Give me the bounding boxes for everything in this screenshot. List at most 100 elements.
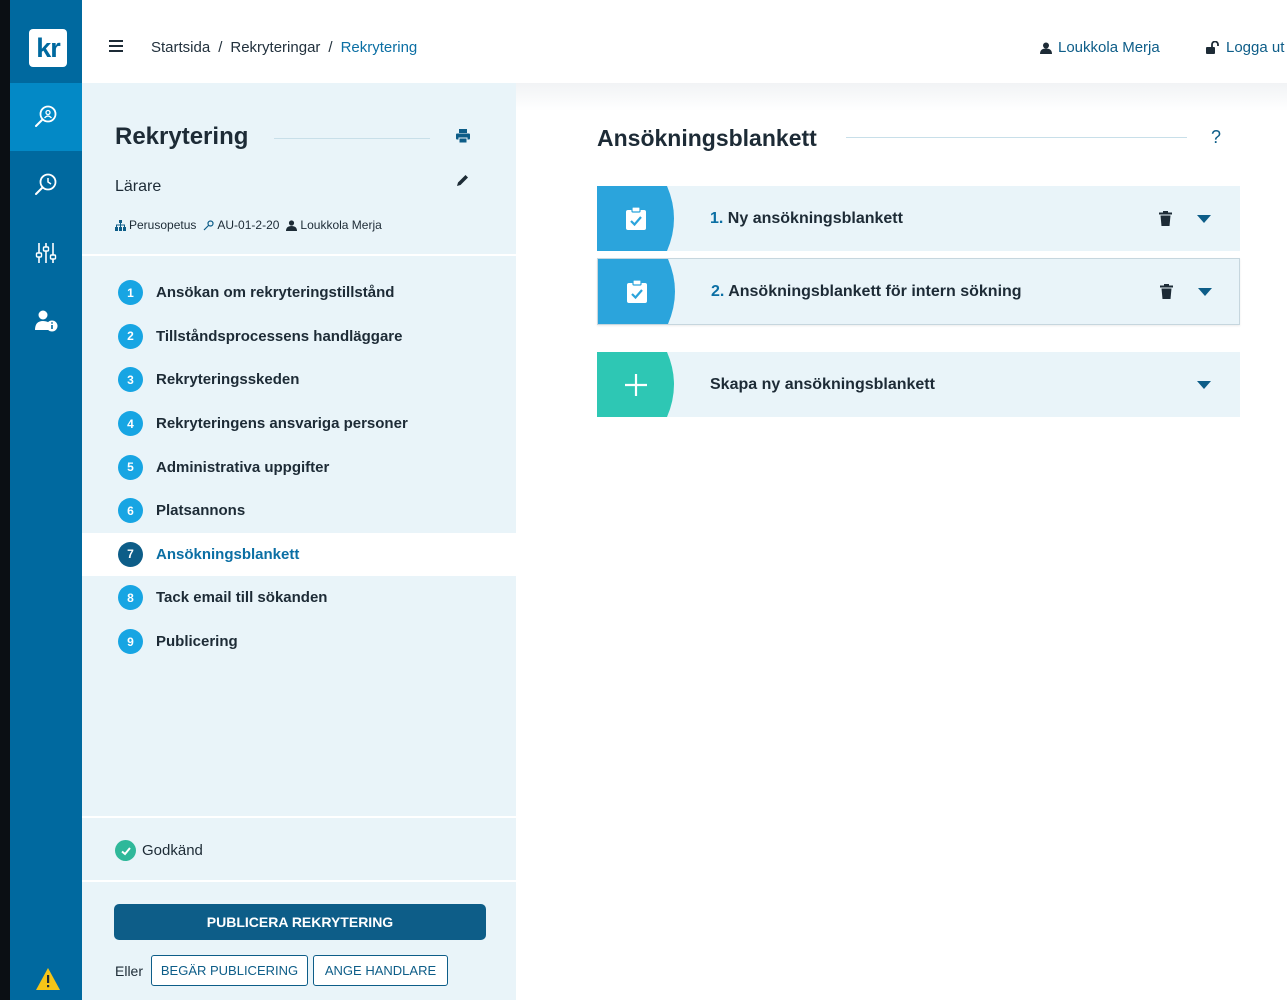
step-label: Publicering: [156, 633, 238, 651]
warning-icon[interactable]: [35, 966, 61, 992]
org-unit-icon: [115, 219, 126, 231]
pencil-icon[interactable]: [456, 174, 469, 187]
step-number: 5: [118, 454, 143, 480]
window-edge: [0, 0, 10, 1000]
chevron-down-icon[interactable]: [1198, 287, 1212, 296]
step-item[interactable]: 1 Ansökan om rekryteringstillstånd: [82, 271, 516, 315]
user-icon: [1040, 42, 1052, 54]
form-number: 2.: [711, 282, 725, 300]
form-title: 2. Ansökningsblankett för intern sökning: [711, 283, 1022, 301]
plus-icon: [625, 373, 647, 396]
app-logo[interactable]: kr: [29, 29, 67, 67]
user-menu[interactable]: Loukkola Merja: [1040, 39, 1160, 56]
chevron-down-icon[interactable]: [1197, 380, 1211, 389]
content-top-shadow: [516, 83, 1287, 111]
breadcrumb: Startsida / Rekryteringar / Rekrytering: [151, 39, 417, 56]
form-number: 1.: [710, 209, 724, 227]
user-info-icon: [35, 310, 58, 332]
step-label: Rekryteringsskeden: [156, 371, 300, 389]
recruitment-meta: Perusopetus AU-01-2-20 Loukkola Merja: [115, 218, 382, 232]
step-item[interactable]: 2 Tillståndsprocessens handläggare: [82, 315, 516, 359]
step-number: 9: [118, 629, 143, 655]
print-icon[interactable]: [456, 129, 470, 143]
step-number: 6: [118, 498, 143, 524]
chevron-down-icon[interactable]: [1197, 214, 1211, 223]
step-label: Ansökan om rekryteringstillstånd: [156, 284, 395, 302]
rail-history-search-button[interactable]: [10, 151, 82, 219]
step-list: 1 Ansökan om rekryteringstillstånd 2 Tills…: [82, 271, 516, 663]
application-form-card[interactable]: 1. Ny ansökningsblankett: [597, 186, 1240, 251]
request-publishing-button[interactable]: BEGÄR PUBLICERING: [151, 955, 308, 986]
divider: [82, 816, 516, 818]
step-label: Tack email till sökanden: [156, 589, 328, 607]
meta-code: AU-01-2-20: [217, 218, 280, 232]
user-name: Loukkola Merja: [1058, 39, 1160, 56]
breadcrumb-separator: /: [218, 39, 223, 56]
history-search-icon: [35, 173, 57, 195]
step-number: 7: [118, 541, 143, 567]
step-item[interactable]: 9 Publicering: [82, 620, 516, 664]
trash-icon[interactable]: [1160, 284, 1173, 299]
status-label: Godkänd: [142, 842, 203, 859]
divider: [82, 254, 516, 256]
create-form-card[interactable]: Skapa ny ansökningsblankett: [597, 352, 1240, 417]
approval-status: Godkänd: [115, 840, 203, 861]
form-label: Ansökningsblankett för intern sökning: [728, 282, 1022, 300]
top-bar: Startsida / Rekryteringar / Rekrytering Louk…: [82, 0, 1287, 83]
meta-owner: Loukkola Merja: [300, 218, 382, 232]
rail-recruitment-search-button[interactable]: [10, 83, 82, 151]
step-number: 4: [118, 411, 143, 437]
divider: [82, 880, 516, 882]
application-form-card[interactable]: 2. Ansökningsblankett för intern sökning: [597, 258, 1240, 325]
help-icon[interactable]: ?: [1211, 127, 1221, 148]
step-item[interactable]: 5 Administrativa uppgifter: [82, 445, 516, 489]
step-item[interactable]: 4 Rekryteringens ansvariga personer: [82, 402, 516, 446]
sliders-icon: [35, 243, 57, 263]
title-rule: [274, 138, 430, 139]
step-label: Platsannons: [156, 502, 246, 520]
step-label: Ansökningsblankett: [156, 545, 300, 563]
form-icon-block: [597, 186, 679, 251]
logout-label: Logga ut: [1226, 39, 1285, 56]
breadcrumb-startsida[interactable]: Startsida: [151, 39, 210, 56]
step-item[interactable]: 3 Rekryteringsskeden: [82, 358, 516, 402]
create-form-label: Skapa ny ansökningsblankett: [710, 375, 935, 393]
step-number: 8: [118, 585, 143, 611]
job-title: Lärare: [115, 178, 162, 195]
recruitment-search-icon: [35, 105, 57, 127]
form-label: Ny ansökningsblankett: [727, 209, 903, 227]
logout-button[interactable]: Logga ut: [1206, 39, 1284, 56]
form-icon-block: [598, 259, 680, 324]
page-title: Ansökningsblankett: [597, 125, 817, 151]
key-icon: [203, 219, 214, 230]
clipboard-check-icon: [626, 206, 646, 230]
rail-settings-button[interactable]: [10, 219, 82, 287]
trash-icon[interactable]: [1159, 211, 1172, 226]
breadcrumb-rekrytering: Rekrytering: [340, 39, 418, 56]
nav-rail: kr: [10, 0, 82, 1000]
breadcrumb-separator: /: [328, 39, 333, 56]
title-rule: [846, 137, 1187, 138]
create-icon-block: [597, 352, 679, 417]
step-number: 1: [118, 280, 143, 306]
rail-user-info-button[interactable]: [10, 287, 82, 355]
step-item[interactable]: 6 Platsannons: [82, 489, 516, 533]
owner-icon: [286, 219, 298, 231]
form-title: 1. Ny ansökningsblankett: [710, 210, 903, 228]
step-label: Administrativa uppgifter: [156, 458, 330, 476]
hamburger-menu-icon[interactable]: [109, 40, 123, 52]
or-label: Eller: [115, 963, 144, 979]
assign-handler-button[interactable]: ANGE HANDLARE: [313, 955, 448, 986]
meta-unit: Perusopetus: [129, 218, 197, 232]
step-number: 2: [118, 323, 143, 349]
step-item-active[interactable]: 7 Ansökningsblankett: [82, 532, 516, 577]
step-item[interactable]: 8 Tack email till sökanden: [82, 576, 516, 620]
check-circle-icon: [115, 840, 136, 861]
step-label: Tillståndsprocessens handläggare: [156, 327, 403, 345]
recruitment-sidebar: Rekrytering Lärare Perusopetus AU-01-2-2…: [82, 83, 516, 1000]
sidebar-title: Rekrytering: [115, 123, 249, 150]
publish-recruitment-button[interactable]: PUBLICERA REKRYTERING: [114, 904, 486, 940]
clipboard-check-icon: [627, 279, 647, 303]
breadcrumb-rekryteringar[interactable]: Rekryteringar: [230, 39, 320, 56]
unlock-icon: [1206, 41, 1219, 54]
